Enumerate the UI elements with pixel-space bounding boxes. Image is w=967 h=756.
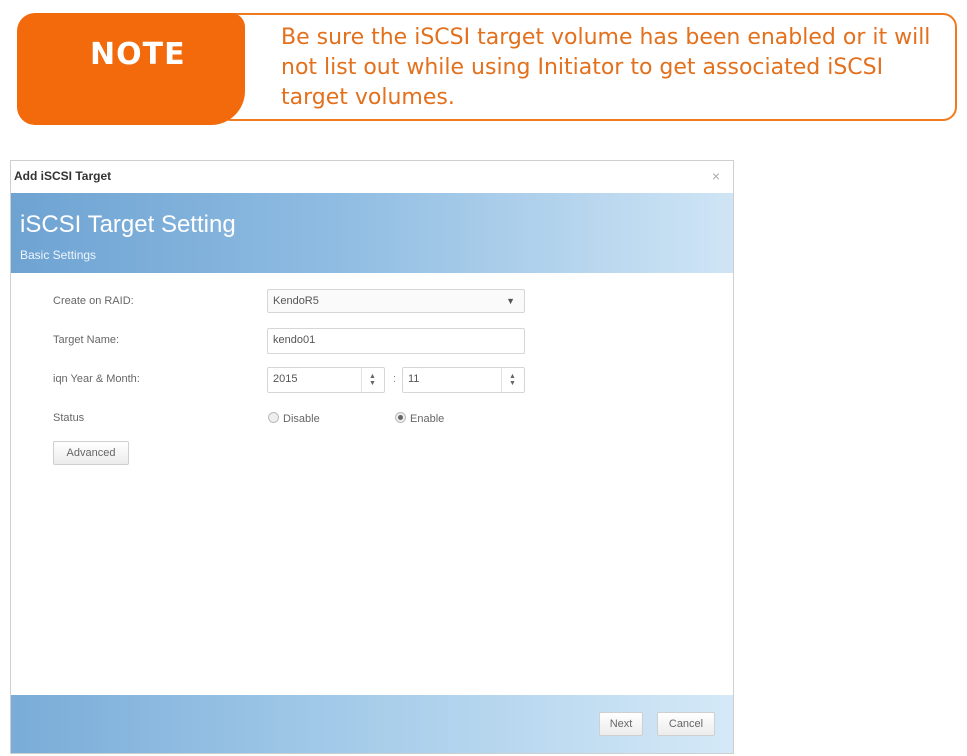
header-subtitle: Basic Settings: [20, 248, 97, 262]
close-icon[interactable]: ×: [712, 168, 720, 184]
status-label: Status: [53, 412, 85, 424]
target-name-input[interactable]: kendo01: [267, 328, 525, 354]
spin-down-icon[interactable]: ▼: [509, 380, 516, 387]
iqn-month-value: 11: [408, 373, 420, 385]
iqn-year-value: 2015: [273, 373, 298, 385]
advanced-button[interactable]: Advanced: [53, 441, 129, 465]
chevron-down-icon: ▼: [506, 296, 515, 306]
status-radio-disable[interactable]: Disable: [268, 412, 320, 425]
dialog-titlebar: Add iSCSI Target ×: [11, 161, 733, 193]
radio-off-icon: [268, 412, 279, 423]
raid-select[interactable]: KendoR5 ▼: [267, 289, 525, 313]
target-name-label: Target Name:: [53, 334, 120, 346]
note-tag: NOTE: [17, 13, 245, 125]
header-title: iSCSI Target Setting: [20, 211, 236, 238]
spin-up-icon[interactable]: ▲: [369, 373, 376, 380]
year-spin-buttons[interactable]: ▲ ▼: [361, 368, 384, 392]
month-spin-buttons[interactable]: ▲ ▼: [501, 368, 524, 392]
dialog-footer: Next Cancel: [11, 695, 733, 753]
disable-label: Disable: [283, 413, 320, 425]
settings-form: Create on RAID: KendoR5 ▼ Target Name: k…: [11, 273, 733, 693]
raid-value: KendoR5: [273, 295, 319, 307]
add-iscsi-target-dialog: Add iSCSI Target × iSCSI Target Setting …: [10, 160, 734, 754]
note-callout: NOTE Be sure the iSCSI target volume has…: [17, 13, 963, 127]
radio-on-icon: [395, 412, 406, 423]
next-button[interactable]: Next: [599, 712, 643, 736]
enable-label: Enable: [410, 413, 445, 425]
iqn-label: iqn Year & Month:: [53, 373, 140, 385]
iqn-month-stepper[interactable]: 11 ▲ ▼: [402, 367, 525, 393]
iqn-year-stepper[interactable]: 2015 ▲ ▼: [267, 367, 385, 393]
dialog-title: Add iSCSI Target: [14, 169, 112, 183]
note-label: NOTE: [90, 37, 186, 72]
cancel-button[interactable]: Cancel: [657, 712, 715, 736]
note-text: Be sure the iSCSI target volume has been…: [281, 25, 931, 110]
iqn-separator: :: [393, 373, 397, 385]
raid-label: Create on RAID:: [53, 295, 134, 307]
status-radio-enable[interactable]: Enable: [395, 412, 444, 425]
dialog-header: iSCSI Target Setting Basic Settings: [11, 193, 733, 273]
target-name-value: kendo01: [273, 334, 316, 346]
spin-up-icon[interactable]: ▲: [509, 373, 516, 380]
spin-down-icon[interactable]: ▼: [369, 380, 376, 387]
